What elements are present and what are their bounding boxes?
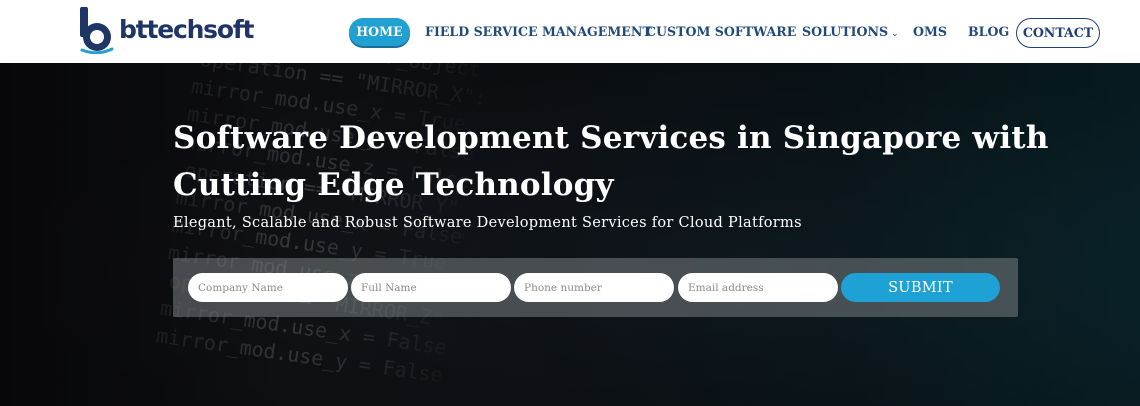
hero-title: Software Development Services in Singapo…: [173, 120, 1049, 203]
nav-custom-software[interactable]: CUSTOM SOFTWARE: [646, 22, 796, 42]
company-name-input[interactable]: [188, 273, 348, 302]
submit-button[interactable]: SUBMIT: [841, 273, 1000, 302]
hero-section: mirror_mod = modifier_ob mirror_mod.mirr…: [0, 63, 1140, 406]
nav-oms[interactable]: OMS: [913, 22, 947, 42]
hero-subtitle: Elegant, Scalable and Robust Software De…: [173, 215, 802, 231]
nav-blog[interactable]: BLOG: [968, 22, 1009, 42]
site-header: bttechsoft HOME FIELD SERVICE MANAGEMENT…: [0, 0, 1140, 63]
phone-number-input[interactable]: [514, 273, 674, 302]
nav-home[interactable]: HOME: [349, 18, 410, 46]
full-name-input[interactable]: [351, 273, 511, 302]
main-nav: HOME FIELD SERVICE MANAGEMENT CUSTOM SOF…: [0, 0, 1140, 63]
nav-solutions[interactable]: SOLUTIONS ⌄: [802, 22, 899, 44]
nav-field-service-management[interactable]: FIELD SERVICE MANAGEMENT: [425, 22, 652, 42]
lead-form: SUBMIT: [173, 258, 1018, 317]
email-address-input[interactable]: [678, 273, 838, 302]
nav-contact-button[interactable]: CONTACT: [1016, 18, 1100, 48]
nav-solutions-label: SOLUTIONS: [802, 24, 889, 39]
chevron-down-icon: ⌄: [891, 29, 899, 39]
